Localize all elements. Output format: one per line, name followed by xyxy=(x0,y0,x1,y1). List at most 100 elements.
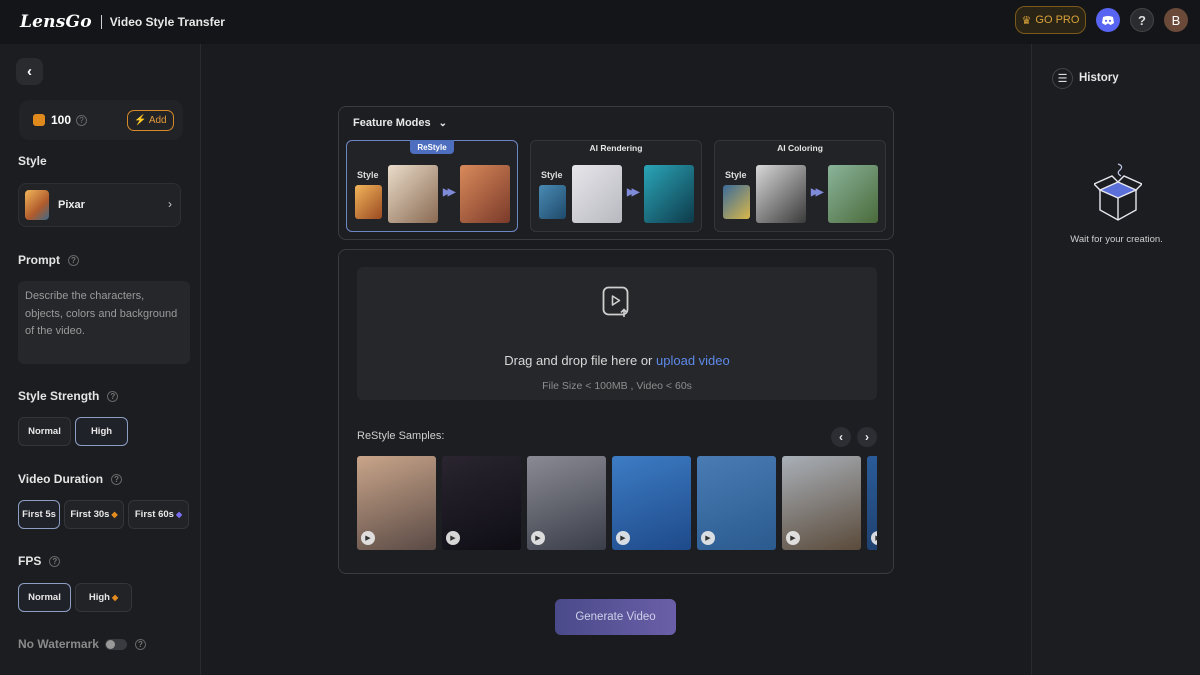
double-arrow-icon: ▶▶ xyxy=(443,187,456,198)
discord-button[interactable] xyxy=(1096,8,1120,32)
feature-modes-title: Feature Modes xyxy=(353,117,431,129)
samples-next-button[interactable]: › xyxy=(857,427,877,447)
mode-ai-rendering[interactable]: AI Rendering Style ▶▶ xyxy=(530,140,702,232)
style-strength-label-text: Style Strength xyxy=(18,389,100,403)
empty-box-icon xyxy=(1094,163,1142,221)
play-icon[interactable]: ▶ xyxy=(786,531,800,545)
play-icon[interactable]: ▶ xyxy=(616,531,630,545)
question-icon: ? xyxy=(1138,12,1146,28)
feature-modes-panel: Feature Modes ⌄ ReStyle Style ▶▶ AI Rend… xyxy=(338,106,894,240)
drop-text: Drag and drop file here or xyxy=(504,353,653,368)
result-thumbnail xyxy=(460,165,510,223)
play-icon[interactable]: ▶ xyxy=(531,531,545,545)
help-icon[interactable]: ? xyxy=(68,254,79,266)
style-thumbnail xyxy=(539,185,566,219)
style-label: Style xyxy=(18,154,47,168)
chevron-left-icon: ‹ xyxy=(839,430,843,444)
play-icon[interactable]: ▶ xyxy=(361,531,375,545)
chevron-right-icon: › xyxy=(168,197,172,211)
generate-video-button[interactable]: Generate Video xyxy=(555,599,676,635)
help-icon[interactable]: ? xyxy=(49,555,61,567)
double-arrow-icon: ▶▶ xyxy=(811,187,824,198)
top-right-actions: ♛ GO PRO ? B xyxy=(1015,6,1188,34)
help-icon[interactable]: ? xyxy=(107,390,119,402)
chevron-down-icon: ⌄ xyxy=(438,117,448,129)
samples-label: ReStyle Samples: xyxy=(357,430,445,442)
sample-video-boxing[interactable]: ▶ xyxy=(527,456,606,550)
source-thumbnail xyxy=(388,165,438,223)
prompt-input[interactable] xyxy=(18,281,190,364)
avatar[interactable]: B xyxy=(1164,8,1188,32)
title-divider xyxy=(100,15,102,29)
fps-high-label: High xyxy=(88,592,110,603)
samples-strip: ▶ ▶ ▶ ▶ ▶ ▶ ▶ xyxy=(357,456,877,551)
fps-options: Normal High ◆ xyxy=(18,583,132,612)
premium-gem-icon: ◆ xyxy=(175,510,183,519)
strength-normal-button[interactable]: Normal xyxy=(18,417,71,446)
help-icon[interactable]: ? xyxy=(76,114,88,126)
play-icon[interactable]: ▶ xyxy=(701,531,715,545)
samples-prev-button[interactable]: ‹ xyxy=(831,427,851,447)
history-list-icon[interactable]: ☰ xyxy=(1052,68,1073,89)
video-dropzone[interactable]: Drag and drop file here or upload video … xyxy=(357,267,877,400)
sample-video-sword[interactable]: ▶ xyxy=(442,456,521,550)
sample-video-ballet[interactable]: ▶ xyxy=(357,456,436,550)
source-thumbnail xyxy=(756,165,806,223)
sample-video-ship[interactable]: ▶ xyxy=(782,456,861,550)
video-duration-label-text: Video Duration xyxy=(18,472,104,486)
mode-title: AI Coloring xyxy=(777,143,823,153)
coin-icon xyxy=(33,114,45,126)
go-pro-label: GO PRO xyxy=(1035,14,1080,26)
mode-style-label: Style xyxy=(725,170,747,180)
mode-restyle-badge: ReStyle xyxy=(410,140,454,154)
sample-video-extra[interactable]: ▶ xyxy=(867,456,877,550)
duration-5s-button[interactable]: First 5s xyxy=(18,500,60,529)
style-selector[interactable]: Pixar › xyxy=(18,183,181,227)
fps-normal-button[interactable]: Normal xyxy=(18,583,71,612)
main-area: Feature Modes ⌄ ReStyle Style ▶▶ AI Rend… xyxy=(201,44,1031,675)
go-pro-button[interactable]: ♛ GO PRO xyxy=(1015,6,1086,34)
discord-icon xyxy=(1102,15,1114,25)
upload-panel: Drag and drop file here or upload video … xyxy=(338,249,894,574)
credits-value: 100 xyxy=(51,113,72,127)
mode-style-label: Style xyxy=(357,170,379,180)
video-upload-icon xyxy=(602,286,629,317)
help-icon[interactable]: ? xyxy=(111,473,123,485)
play-icon[interactable]: ▶ xyxy=(446,531,460,545)
help-icon[interactable]: ? xyxy=(134,638,146,650)
back-button[interactable]: ‹ xyxy=(16,58,43,85)
top-bar: LensGo Video Style Transfer ♛ GO PRO ? B xyxy=(0,0,1200,44)
lightning-icon: ⚡ xyxy=(134,115,147,126)
style-name: Pixar xyxy=(58,199,85,211)
fps-high-button[interactable]: High ◆ xyxy=(75,583,132,612)
video-duration-options: First 5s First 30s ◆ First 60s ◆ xyxy=(18,500,189,529)
feature-modes-dropdown[interactable]: Feature Modes ⌄ xyxy=(353,117,447,129)
sample-video-cookie-monster[interactable]: ▶ xyxy=(697,456,776,550)
upload-limits: File Size < 100MB , Video < 60s xyxy=(542,380,692,392)
style-thumbnail xyxy=(723,185,750,219)
upload-video-link[interactable]: upload video xyxy=(656,353,730,368)
no-watermark-label: No Watermark ? xyxy=(18,637,146,651)
help-button[interactable]: ? xyxy=(1130,8,1154,32)
double-arrow-icon: ▶▶ xyxy=(627,187,640,198)
duration-30s-button[interactable]: First 30s ◆ xyxy=(64,500,124,529)
app-logo[interactable]: LensGo xyxy=(20,12,92,32)
fps-label: FPS ? xyxy=(18,554,61,568)
settings-sidebar: ‹ 100 ? ⚡ Add Style Pixar › Prompt ? Sty… xyxy=(0,44,201,675)
result-thumbnail xyxy=(644,165,694,223)
mode-ai-coloring[interactable]: AI Coloring Style ▶▶ xyxy=(714,140,886,232)
play-icon[interactable]: ▶ xyxy=(871,531,877,545)
fps-label-text: FPS xyxy=(18,554,42,568)
video-duration-label: Video Duration ? xyxy=(18,472,123,486)
duration-60s-button[interactable]: First 60s ◆ xyxy=(128,500,189,529)
duration-5s-label: First 5s xyxy=(22,509,56,520)
history-label: History xyxy=(1079,72,1119,84)
premium-gem-icon: ◆ xyxy=(111,510,118,519)
watermark-toggle[interactable] xyxy=(104,638,127,650)
add-credits-button[interactable]: ⚡ Add xyxy=(127,110,174,131)
prompt-label-text: Prompt xyxy=(18,253,60,267)
style-strength-label: Style Strength ? xyxy=(18,389,119,403)
strength-high-button[interactable]: High xyxy=(75,417,128,446)
mode-restyle[interactable]: ReStyle Style ▶▶ xyxy=(346,140,518,232)
sample-video-girl-blue[interactable]: ▶ xyxy=(612,456,691,550)
